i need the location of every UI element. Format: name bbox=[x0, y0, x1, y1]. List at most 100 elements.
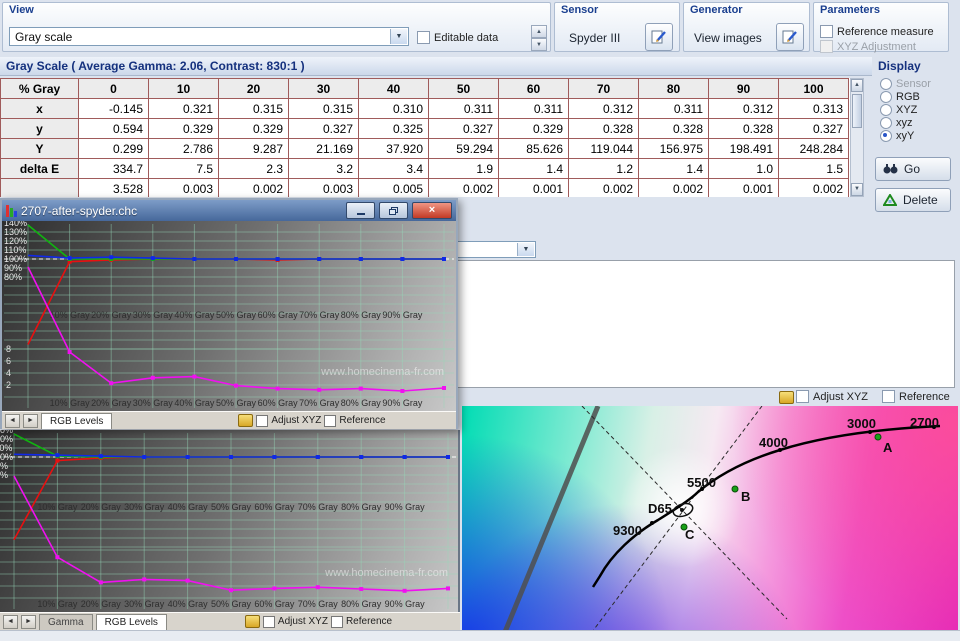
reference-measure-label: Reference measure bbox=[837, 26, 934, 38]
rgb-levels-plot: 140%130%120%110%100%90%80%864210% Gray20… bbox=[2, 221, 456, 411]
chevron-down-icon[interactable]: ▼ bbox=[390, 29, 407, 44]
x-tick-label: 60% Gray bbox=[254, 502, 295, 512]
scroll-down-icon[interactable]: ▼ bbox=[851, 183, 863, 196]
view-group: View Gray scale ▼ Editable data ▲ ▼ bbox=[2, 2, 551, 52]
data-point bbox=[109, 255, 113, 259]
tab-scroll-left-icon[interactable]: ◄ bbox=[3, 615, 18, 629]
table-column-header: 50 bbox=[429, 79, 499, 99]
table-cell: 9.287 bbox=[219, 139, 289, 159]
floating-document-window[interactable]: 2707-after-spyder.chc × 140%130%120%110%… bbox=[0, 198, 458, 429]
display-option-rgb[interactable]: RGB bbox=[874, 90, 956, 103]
spinner-down-icon[interactable]: ▼ bbox=[531, 38, 547, 51]
reference-checkbox-floating[interactable]: Reference bbox=[324, 415, 385, 427]
table-row-label: x bbox=[1, 99, 79, 119]
table-cell: 0.002 bbox=[219, 179, 289, 198]
radio-label: xyY bbox=[896, 130, 914, 142]
x-tick-label: 20% Gray bbox=[81, 502, 122, 512]
x-tick-label: 40% Gray bbox=[168, 502, 209, 512]
table-cell: 0.315 bbox=[289, 99, 359, 119]
cie-temperature-label: 4000 bbox=[759, 435, 788, 450]
minimize-icon bbox=[357, 213, 365, 215]
view-selector-combo[interactable]: Gray scale ▼ bbox=[9, 27, 409, 46]
editable-data-checkbox[interactable]: Editable data bbox=[417, 31, 498, 44]
display-panel: Display SensorRGBXYZxyzxyY Go Delete bbox=[874, 57, 956, 247]
tab-scroll-right-icon[interactable]: ► bbox=[21, 615, 36, 629]
table-column-header: % Gray bbox=[1, 79, 79, 99]
table-row-label bbox=[1, 179, 79, 198]
tab-scroll-right-icon[interactable]: ► bbox=[23, 414, 38, 428]
display-option-xyy[interactable]: xyY bbox=[874, 129, 956, 142]
editable-data-label: Editable data bbox=[434, 32, 498, 44]
adjust-xyz-label: Adjust XYZ bbox=[813, 391, 868, 403]
table-cell: 21.169 bbox=[289, 139, 359, 159]
cie-labels-group: 2700300040005500D659300ABC bbox=[613, 415, 939, 542]
x-tick-label: 80% Gray bbox=[341, 599, 382, 609]
display-option-sensor[interactable]: Sensor bbox=[874, 77, 956, 90]
cie-point-label: B bbox=[741, 489, 750, 504]
table-cell: 0.328 bbox=[639, 119, 709, 139]
table-column-header: 40 bbox=[359, 79, 429, 99]
table-cell: 1.5 bbox=[779, 159, 849, 179]
data-point bbox=[359, 587, 363, 591]
generator-config-button[interactable] bbox=[776, 23, 804, 51]
go-button[interactable]: Go bbox=[875, 157, 951, 181]
chevron-down-icon[interactable]: ▼ bbox=[517, 243, 534, 256]
table-cell: 156.975 bbox=[639, 139, 709, 159]
table-row-label: y bbox=[1, 119, 79, 139]
table-column-header: 10 bbox=[149, 79, 219, 99]
x-tick-label: 20% Gray bbox=[91, 310, 132, 320]
application-window: View Gray scale ▼ Editable data ▲ ▼ Sens… bbox=[0, 0, 960, 641]
tab-rgb-levels[interactable]: RGB Levels bbox=[41, 413, 112, 429]
table-cell: 198.491 bbox=[709, 139, 779, 159]
restore-icon bbox=[389, 207, 398, 215]
display-option-xyz[interactable]: xyz bbox=[874, 116, 956, 129]
delete-button[interactable]: Delete bbox=[875, 188, 951, 212]
adjust-xyz-checkbox-floating[interactable]: Adjust XYZ bbox=[256, 415, 321, 427]
reference-measure-checkbox[interactable]: Reference measure bbox=[820, 25, 934, 38]
close-button[interactable]: × bbox=[412, 202, 452, 219]
reference-checkbox-bottom[interactable]: Reference bbox=[331, 616, 392, 628]
y-axis-label: 80% bbox=[0, 470, 8, 480]
table-cell: 3.4 bbox=[359, 159, 429, 179]
table-cell: 0.310 bbox=[359, 99, 429, 119]
data-point bbox=[276, 257, 280, 261]
table-cell: 248.284 bbox=[779, 139, 849, 159]
window-titlebar[interactable]: 2707-after-spyder.chc × bbox=[2, 200, 456, 221]
tab-gamma[interactable]: Gamma bbox=[39, 614, 93, 630]
table-cell: 0.001 bbox=[499, 179, 569, 198]
table-row: x-0.1450.3210.3150.3150.3100.3110.3110.3… bbox=[1, 99, 849, 119]
table-row-label: Y bbox=[1, 139, 79, 159]
generator-mode-label: View images bbox=[694, 31, 762, 45]
adjust-xyz-checkbox-bottom[interactable]: Adjust XYZ bbox=[263, 616, 328, 628]
sensor-group-title: Sensor bbox=[561, 4, 598, 16]
delta-axis-label: 4 bbox=[6, 368, 11, 378]
table-row: delta E334.77.52.33.23.41.91.41.21.41.01… bbox=[1, 159, 849, 179]
radio-label: XYZ bbox=[896, 104, 917, 116]
table-column-header: 30 bbox=[289, 79, 359, 99]
document-chart-icon bbox=[6, 204, 17, 217]
tab-rgb-levels[interactable]: RGB Levels bbox=[96, 614, 167, 630]
adjust-xyz-checkbox-middle[interactable]: Adjust XYZ bbox=[796, 390, 868, 403]
luminance-palette-icon bbox=[238, 414, 253, 427]
restore-button[interactable] bbox=[379, 202, 408, 219]
data-point bbox=[55, 453, 59, 457]
spinner-up-icon[interactable]: ▲ bbox=[531, 25, 547, 38]
minimize-button[interactable] bbox=[346, 202, 375, 219]
display-option-xyz[interactable]: XYZ bbox=[874, 103, 956, 116]
decimal-spinner[interactable]: ▲ ▼ bbox=[531, 25, 547, 51]
table-cell: 2.3 bbox=[219, 159, 289, 179]
go-button-label: Go bbox=[904, 162, 920, 176]
data-point bbox=[442, 386, 446, 390]
reference-checkbox-middle[interactable]: Reference bbox=[882, 390, 950, 403]
x-tick-label: 40% Gray bbox=[174, 398, 215, 408]
scroll-up-icon[interactable]: ▲ bbox=[851, 79, 863, 92]
reference-label: Reference bbox=[346, 616, 392, 627]
scrollbar-thumb[interactable] bbox=[852, 94, 862, 128]
sensor-config-button[interactable] bbox=[645, 23, 673, 51]
table-scrollbar[interactable]: ▲ ▼ bbox=[850, 78, 864, 197]
data-point bbox=[186, 579, 190, 583]
data-point bbox=[234, 384, 238, 388]
data-point bbox=[142, 455, 146, 459]
checkbox-box bbox=[324, 415, 336, 427]
tab-scroll-left-icon[interactable]: ◄ bbox=[5, 414, 20, 428]
